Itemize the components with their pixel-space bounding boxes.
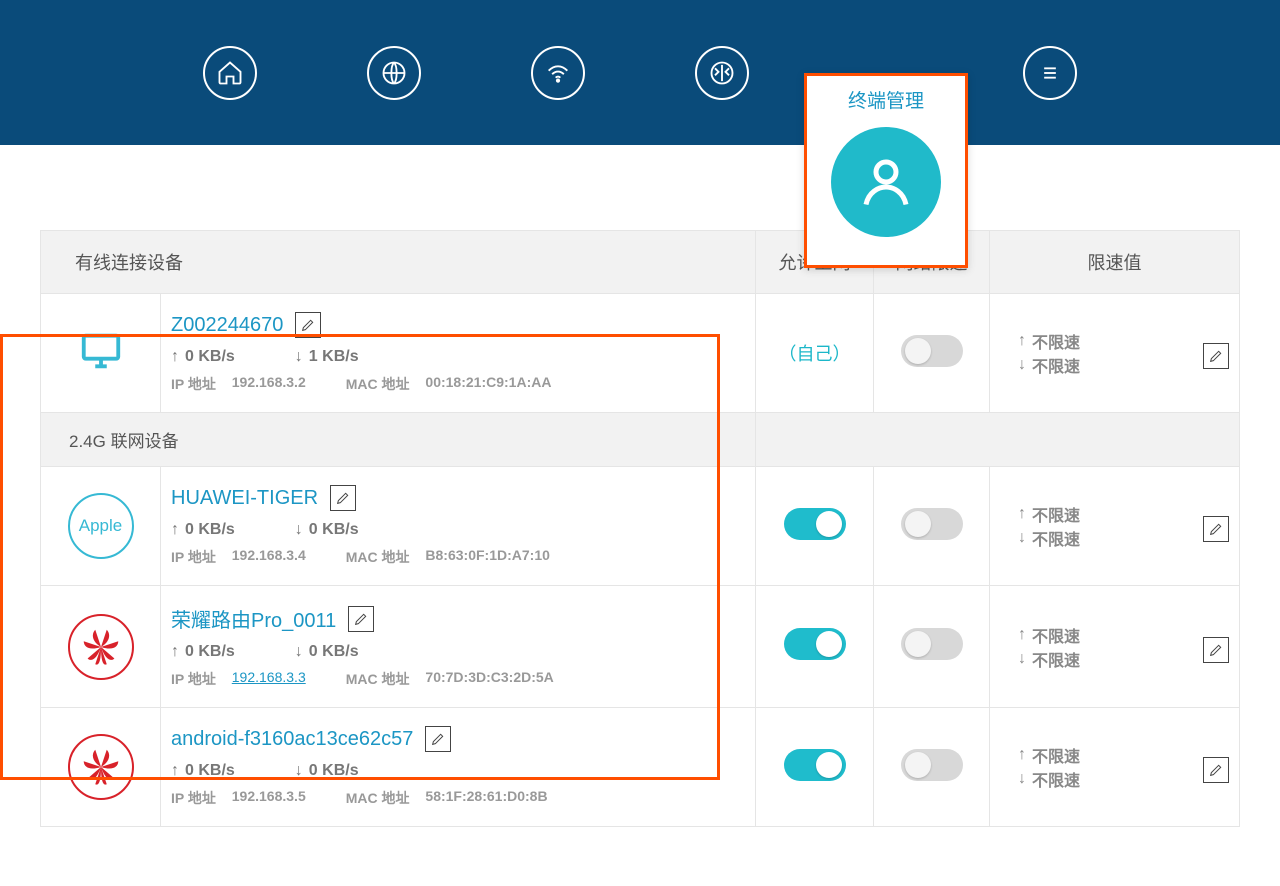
mac-address: MAC 地址 B8:63:0F:1D:A7:10 bbox=[346, 547, 550, 567]
nav-advanced-icon[interactable] bbox=[695, 46, 749, 100]
nav-terminal-label: 终端管理 bbox=[848, 86, 924, 113]
table-row: Apple HUAWEI-TIGER 0 KB/s 0 KB/s IP 地址 1… bbox=[41, 467, 1240, 586]
ip-address: IP 地址 192.168.3.2 bbox=[171, 374, 306, 394]
top-nav: 终端管理 bbox=[0, 0, 1280, 145]
download-speed: 1 KB/s bbox=[295, 348, 359, 366]
edit-limit-button[interactable] bbox=[1203, 637, 1229, 663]
limit-toggle[interactable] bbox=[901, 628, 963, 660]
allow-toggle[interactable] bbox=[784, 749, 846, 781]
edit-limit-button[interactable] bbox=[1203, 757, 1229, 783]
group-header-24g: 2.4G 联网设备 bbox=[41, 413, 1240, 467]
nav-home-icon[interactable] bbox=[203, 46, 257, 100]
limit-up: 不限速 bbox=[1018, 743, 1229, 767]
ip-address: IP 地址 192.168.3.3 bbox=[171, 669, 306, 689]
limit-down: 不限速 bbox=[1018, 353, 1229, 377]
table-row: Z002244670 0 KB/s 1 KB/s IP 地址 192.168.3… bbox=[41, 294, 1240, 413]
limit-toggle[interactable] bbox=[901, 508, 963, 540]
download-speed: 0 KB/s bbox=[295, 521, 359, 539]
limit-up: 不限速 bbox=[1018, 329, 1229, 353]
content: 有线连接设备 允许上网 网络限速 限速值 Z002244670 0 bbox=[0, 145, 1280, 827]
upload-speed: 0 KB/s bbox=[171, 521, 235, 539]
header-limit-value: 限速值 bbox=[990, 231, 1240, 294]
table-row: 荣耀路由Pro_0011 0 KB/s 0 KB/s IP 地址 192.168… bbox=[41, 586, 1240, 708]
table-row: android-f3160ac13ce62c57 0 KB/s 0 KB/s I… bbox=[41, 708, 1240, 827]
device-name-link[interactable]: 荣耀路由Pro_0011 bbox=[171, 604, 336, 633]
limit-up: 不限速 bbox=[1018, 502, 1229, 526]
ip-address: IP 地址 192.168.3.5 bbox=[171, 788, 306, 808]
edit-name-button[interactable] bbox=[330, 485, 356, 511]
header-device: 有线连接设备 bbox=[41, 231, 756, 294]
edit-limit-button[interactable] bbox=[1203, 516, 1229, 542]
device-name-link[interactable]: HUAWEI-TIGER bbox=[171, 487, 318, 510]
edit-limit-button[interactable] bbox=[1203, 343, 1229, 369]
limit-toggle[interactable] bbox=[901, 335, 963, 367]
ip-address: IP 地址 192.168.3.4 bbox=[171, 547, 306, 567]
mac-address: MAC 地址 00:18:21:C9:1A:AA bbox=[346, 374, 552, 394]
mac-address: MAC 地址 70:7D:3D:C3:2D:5A bbox=[346, 669, 554, 689]
edit-name-button[interactable] bbox=[348, 606, 374, 632]
nav-wifi-icon[interactable] bbox=[531, 46, 585, 100]
limit-down: 不限速 bbox=[1018, 647, 1229, 671]
download-speed: 0 KB/s bbox=[295, 643, 359, 661]
nav-internet-icon[interactable] bbox=[367, 46, 421, 100]
device-name-link[interactable]: android-f3160ac13ce62c57 bbox=[171, 728, 413, 751]
upload-speed: 0 KB/s bbox=[171, 348, 235, 366]
monitor-icon bbox=[73, 361, 129, 378]
upload-speed: 0 KB/s bbox=[171, 762, 235, 780]
apple-icon: Apple bbox=[68, 493, 134, 559]
allow-toggle[interactable] bbox=[784, 628, 846, 660]
huawei-icon bbox=[68, 734, 134, 800]
limit-down: 不限速 bbox=[1018, 767, 1229, 791]
edit-name-button[interactable] bbox=[425, 726, 451, 752]
mac-address: MAC 地址 58:1F:28:61:D0:8B bbox=[346, 788, 548, 808]
nav-menu-icon[interactable] bbox=[1023, 46, 1077, 100]
huawei-icon bbox=[68, 614, 134, 680]
user-icon bbox=[831, 127, 941, 237]
ip-link[interactable]: 192.168.3.3 bbox=[232, 669, 306, 689]
self-label: （自己） bbox=[779, 344, 851, 364]
limit-up: 不限速 bbox=[1018, 623, 1229, 647]
edit-name-button[interactable] bbox=[295, 312, 321, 338]
allow-toggle[interactable] bbox=[784, 508, 846, 540]
download-speed: 0 KB/s bbox=[295, 762, 359, 780]
device-name-link[interactable]: Z002244670 bbox=[171, 314, 283, 337]
device-table: 有线连接设备 允许上网 网络限速 限速值 Z002244670 0 bbox=[40, 230, 1240, 827]
limit-down: 不限速 bbox=[1018, 526, 1229, 550]
table-header: 有线连接设备 允许上网 网络限速 限速值 bbox=[41, 231, 1240, 294]
upload-speed: 0 KB/s bbox=[171, 643, 235, 661]
nav-terminal-tab-active[interactable]: 终端管理 bbox=[804, 73, 968, 268]
limit-toggle[interactable] bbox=[901, 749, 963, 781]
